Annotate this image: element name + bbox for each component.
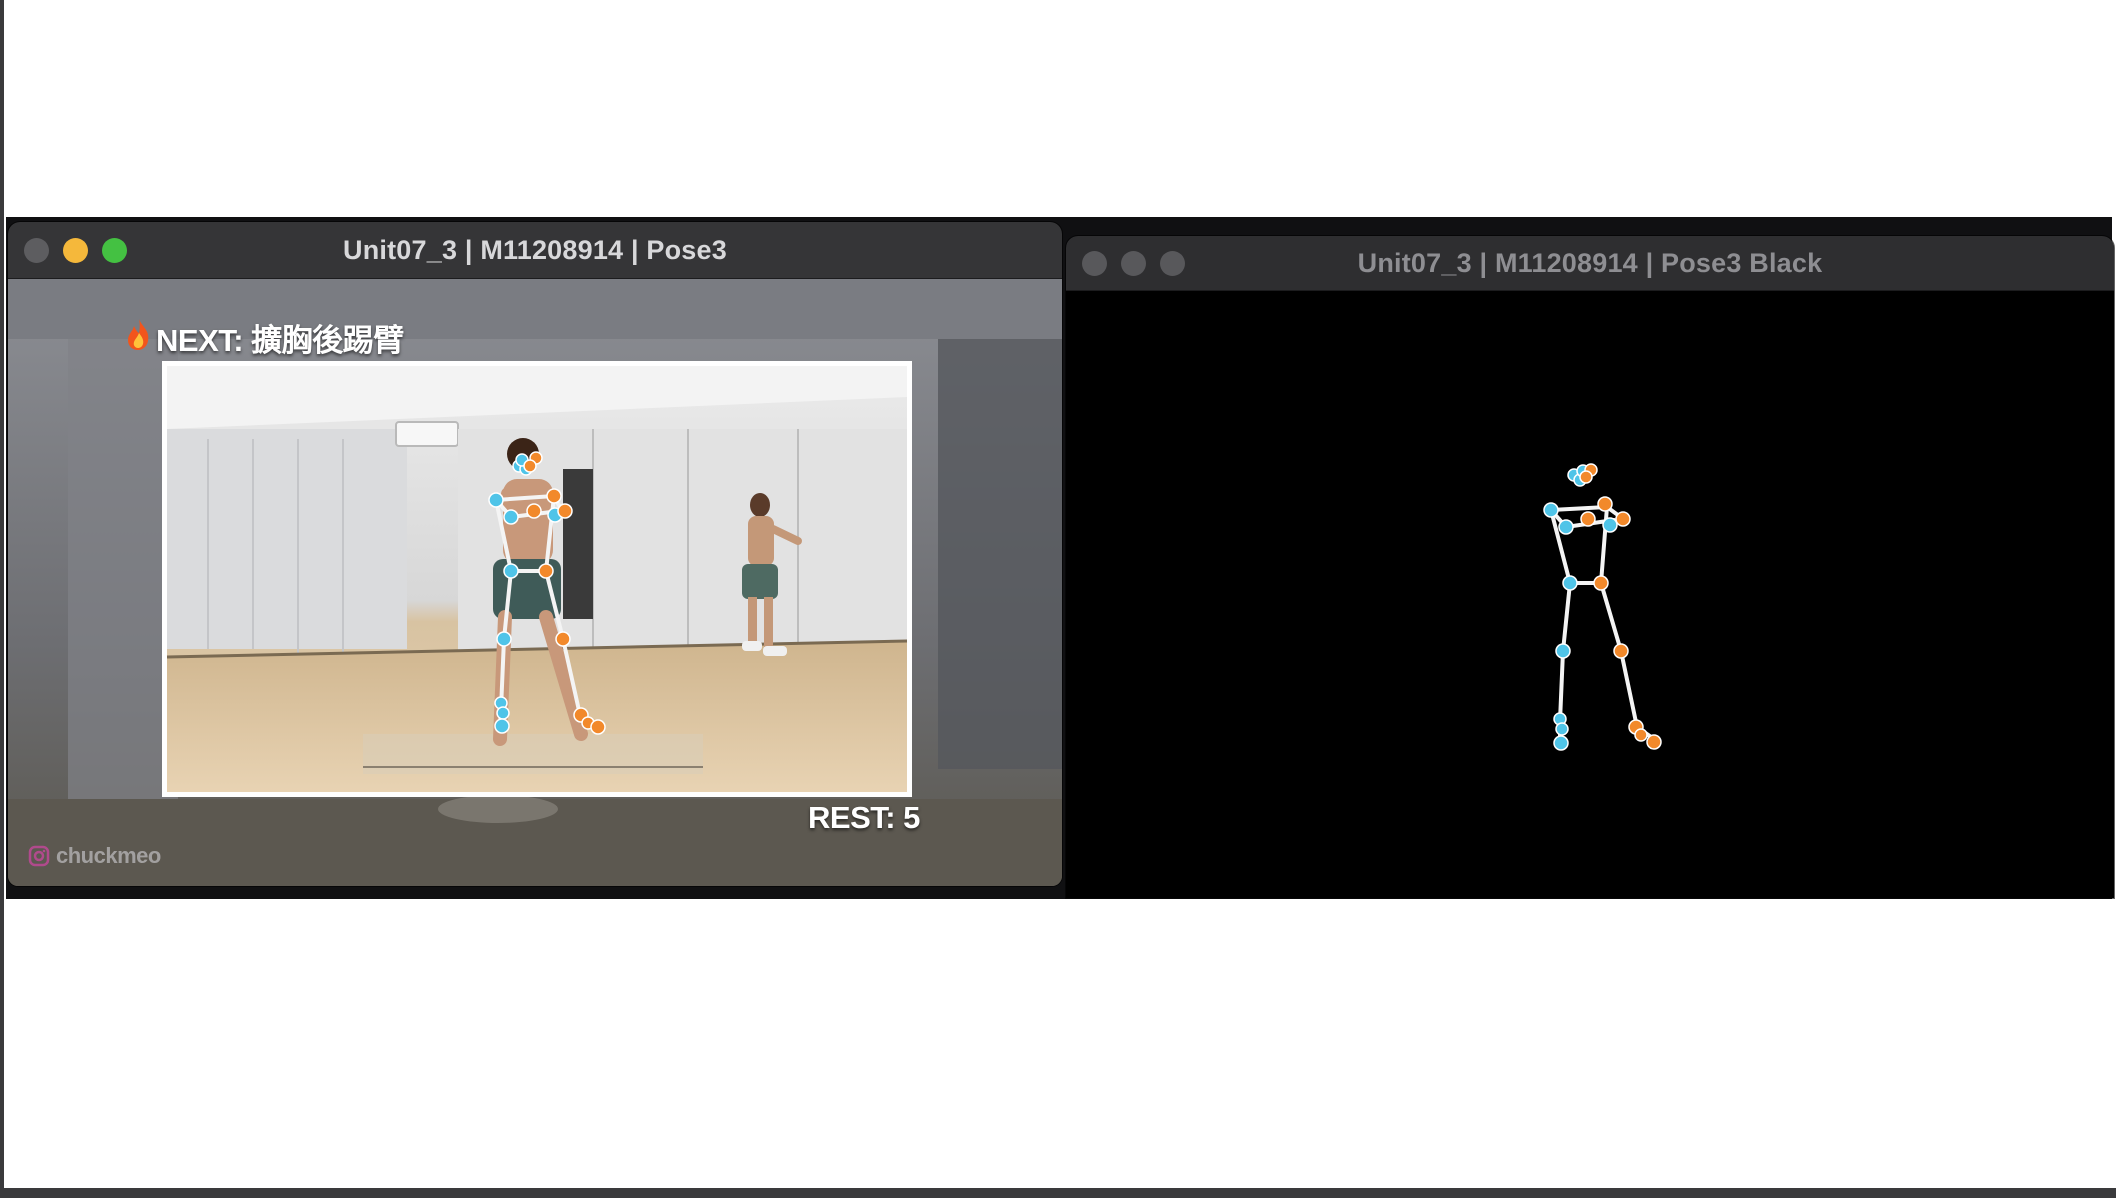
screen-edge (0, 0, 4, 1198)
title-bar[interactable]: Unit07_3 | M11208914 | Pose3 (8, 222, 1062, 279)
pose-skeleton-overlay (488, 451, 606, 735)
instagram-icon (28, 845, 50, 867)
title-bar[interactable]: Unit07_3 | M11208914 | Pose3 Black (1066, 236, 2114, 291)
close-button[interactable] (24, 237, 49, 263)
close-button[interactable] (1082, 250, 1107, 276)
rest-countdown-label: REST: 5 (808, 800, 920, 835)
black-canvas (1066, 291, 2114, 898)
window-title: Unit07_3 | M11208914 | Pose3 Black (1357, 247, 1823, 278)
window-controls (24, 222, 127, 278)
window-controls (1082, 236, 1185, 290)
pose-black-window[interactable]: Unit07_3 | M11208914 | Pose3 Black (1066, 236, 2114, 898)
zoom-button[interactable] (1160, 250, 1185, 276)
fire-icon (128, 319, 149, 350)
screen: Unit07_3 | M11208914 | Pose3 NEXT: 擴胸後踢臂… (0, 0, 2116, 1198)
next-exercise-label: NEXT: 擴胸後踢臂 (156, 323, 404, 358)
right-side-joints (523, 451, 606, 735)
screen-bottom-edge (0, 1188, 2116, 1198)
watermark: chuckmeo (28, 843, 161, 869)
zoom-button[interactable] (102, 237, 127, 263)
pose-skeleton (1543, 463, 1662, 751)
window-title: Unit07_3 | M11208914 | Pose3 (343, 234, 727, 265)
minimize-button[interactable] (63, 237, 88, 263)
video-frame: NEXT: 擴胸後踢臂 REST: 5 chuckmeo (8, 279, 1062, 886)
pose-video-window[interactable]: Unit07_3 | M11208914 | Pose3 NEXT: 擴胸後踢臂… (8, 222, 1062, 886)
minimize-button[interactable] (1121, 250, 1146, 276)
watermark-handle: chuckmeo (56, 843, 161, 868)
